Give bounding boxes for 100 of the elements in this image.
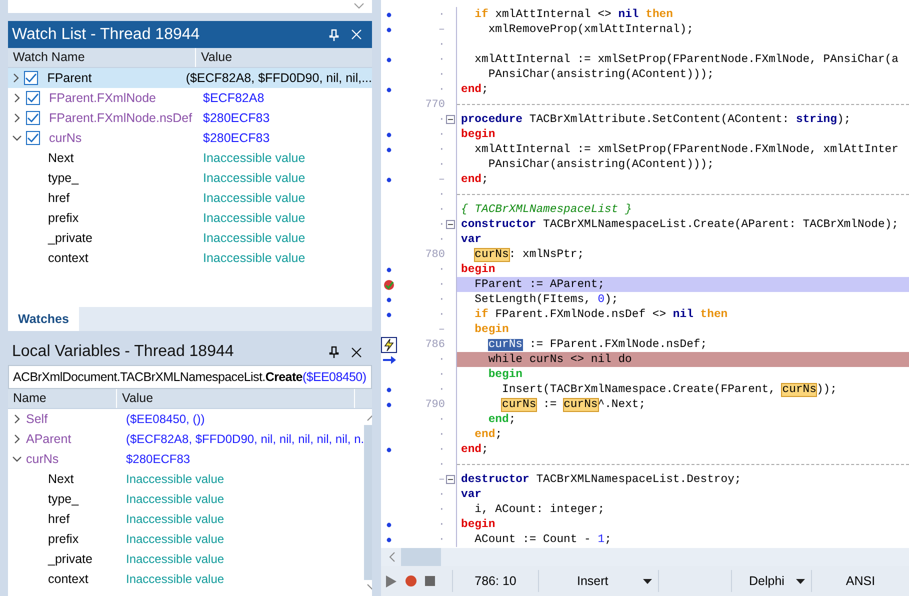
code-line: destructor TACBrXMLNamespaceList.Destroy;: [461, 474, 742, 486]
collapse-icon[interactable]: [446, 220, 455, 229]
encoding-label[interactable]: ANSI: [846, 574, 876, 588]
variable-value: Inaccessible value: [203, 191, 306, 205]
line-number: ·: [437, 8, 445, 20]
variable-value: $280ECF83: [203, 131, 270, 145]
code-line: ACount := Count - 1;: [474, 534, 612, 546]
tree-row[interactable]: _private Inaccessible value: [8, 549, 364, 569]
close-icon[interactable]: [351, 346, 362, 358]
tree-row[interactable]: type_ Inaccessible value: [8, 168, 372, 188]
code-line: i, ACount: integer;: [474, 504, 605, 516]
tree-row[interactable]: curNs $280ECF83: [8, 128, 372, 148]
line-number: ·: [437, 38, 445, 50]
code-line: while curNs <> nil do: [487, 354, 632, 366]
tree-row[interactable]: prefix Inaccessible value: [8, 208, 372, 228]
line-number: ·: [437, 144, 445, 156]
variable-value: ($ECF82A8, $FFD0D90, nil, nil,...: [186, 71, 372, 85]
tree-row[interactable]: FParent.FXmlNode $ECF82A8: [8, 88, 372, 108]
line-number: –: [437, 474, 445, 486]
column-header[interactable]: Value: [196, 48, 232, 67]
tree-row[interactable]: prefix Inaccessible value: [8, 529, 364, 549]
code-line: PAnsiChar(ansistring(AContent)));: [487, 158, 714, 170]
code-line: end;: [474, 428, 502, 440]
line-number: ·: [437, 128, 445, 140]
code-line: if xmlAttInternal <> nil then: [474, 8, 673, 20]
line-number: ·: [437, 218, 445, 230]
line-number: –: [437, 24, 445, 36]
line-number: ·: [437, 188, 445, 200]
variable-name: prefix: [48, 532, 80, 546]
tree-row[interactable]: curNs $280ECF83: [8, 449, 364, 469]
code-line: begin: [461, 128, 496, 140]
chevron-right-icon[interactable]: [12, 93, 22, 103]
tree-row[interactable]: _private Inaccessible value: [8, 228, 372, 248]
variable-name: context: [48, 572, 90, 586]
variable-name: Next: [48, 151, 75, 165]
line-number: 786: [424, 338, 445, 350]
tree-row[interactable]: FParent ($ECF82A8, $FFD0D90, nil, nil,...: [8, 68, 372, 88]
chevron-right-icon[interactable]: [11, 73, 22, 83]
panel-title: Watch List - Thread 18944: [12, 26, 200, 44]
column-header[interactable]: Name: [8, 389, 117, 408]
line-number: ·: [437, 84, 445, 96]
chevron-right-icon[interactable]: [12, 113, 22, 123]
tree-row[interactable]: href Inaccessible value: [8, 509, 364, 529]
tree-row[interactable]: context Inaccessible value: [8, 248, 372, 268]
tree-row[interactable]: AParent ($ECF82A8, $FFD0D90, nil, nil, nil, nil, nil, n.: [8, 429, 364, 449]
variable-name: context: [48, 251, 90, 265]
tree-row[interactable]: FParent.FXmlNode.nsDef $280ECF83: [8, 108, 372, 128]
collapse-icon[interactable]: [446, 115, 455, 124]
variable-name: curNs: [49, 131, 83, 145]
column-header[interactable]: Watch Name: [8, 48, 196, 67]
variable-value: ($EE08450, ()): [126, 412, 205, 426]
tree-row[interactable]: context Inaccessible value: [8, 569, 364, 589]
code-line: begin: [474, 324, 509, 336]
tree-row[interactable]: Next Inaccessible value: [8, 148, 372, 168]
code-line: curNs: xmlNsPtr;: [474, 248, 584, 260]
checkbox[interactable]: [24, 71, 38, 85]
line-number: ·: [437, 68, 445, 80]
tree-row[interactable]: Self ($EE08450, ()): [8, 409, 364, 429]
variable-name: href: [48, 512, 71, 526]
tree-row[interactable]: type_ Inaccessible value: [8, 489, 364, 509]
tab[interactable]: Watches: [8, 307, 79, 331]
tree-row[interactable]: href Inaccessible value: [8, 188, 372, 208]
variable-name: FParent.FXmlNode: [49, 91, 157, 105]
panel-title: Local Variables - Thread 18944: [12, 343, 234, 361]
code-line: if FParent.FXmlNode.nsDef <> nil then: [474, 308, 728, 320]
line-number: 790: [424, 398, 445, 410]
variable-name: Next: [48, 472, 75, 486]
tree-row[interactable]: Next Inaccessible value: [8, 469, 364, 489]
checkbox[interactable]: [26, 91, 40, 105]
dropdown-arrow-icon[interactable]: [643, 578, 652, 584]
language-label[interactable]: Delphi: [749, 574, 784, 588]
line-number: 770: [424, 98, 445, 110]
pin-icon[interactable]: [329, 346, 339, 358]
checkbox[interactable]: [26, 111, 40, 125]
record-icon[interactable]: [405, 575, 417, 587]
play-icon[interactable]: [385, 574, 397, 588]
code-line: xmlAttInternal := xmlSetProp(FParentNode.FXmlNode, xmlAttInter: [474, 144, 898, 156]
line-number: –: [437, 324, 445, 336]
line-number: ·: [437, 428, 445, 440]
scrollbar-thumb[interactable]: [401, 548, 441, 566]
line-number: –: [437, 174, 445, 186]
collapse-icon[interactable]: [446, 475, 455, 484]
chevron-left-icon[interactable]: [389, 552, 395, 562]
cursor-position: 786: 10: [474, 574, 516, 588]
stack-frame-dropdown[interactable]: ACBrXmlDocument.TACBrXMLNamespaceList.Create($EE08450): [8, 365, 372, 389]
code-line: end;: [461, 84, 488, 96]
variable-value: Inaccessible value: [203, 231, 306, 245]
variable-name: curNs: [26, 452, 60, 466]
variable-value: Inaccessible value: [203, 211, 306, 225]
checkbox[interactable]: [26, 131, 40, 145]
chevron-right-icon[interactable]: [12, 414, 22, 424]
insert-mode-label[interactable]: Insert: [577, 574, 608, 588]
chevron-right-icon[interactable]: [12, 434, 22, 444]
code-line: Insert(TACBrXmlNamespace.Create(FParent, curNs));: [501, 384, 837, 396]
variable-value: Inaccessible value: [203, 171, 306, 185]
code-line: xmlAttInternal := xmlSetProp(FParentNode.FXmlNode, PAnsiChar(a: [474, 54, 898, 66]
scrollbar[interactable]: [381, 548, 909, 566]
line-number: ·: [437, 534, 445, 546]
dropdown-arrow-icon[interactable]: [796, 578, 805, 584]
column-header[interactable]: Value: [117, 389, 354, 408]
